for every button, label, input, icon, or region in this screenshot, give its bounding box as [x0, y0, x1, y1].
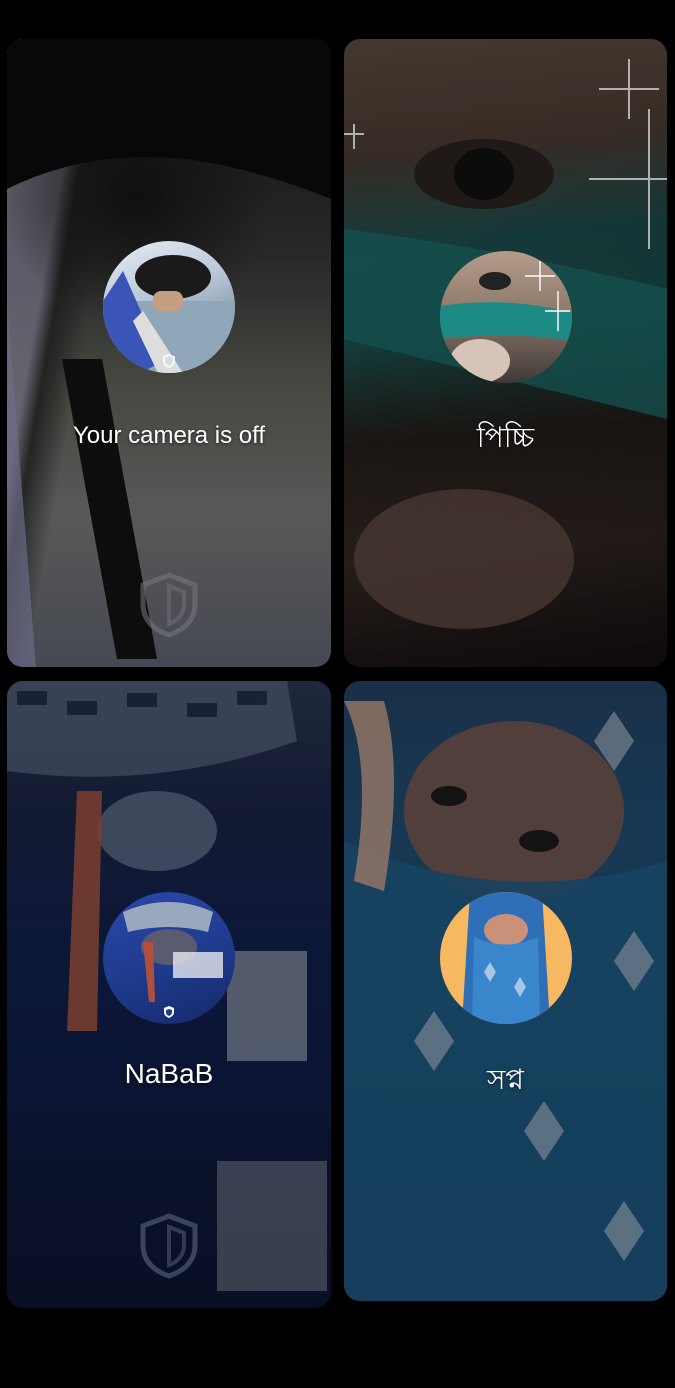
- participant-tile[interactable]: পিচ্চি: [344, 39, 667, 667]
- participant-name: পিচ্চি: [476, 422, 535, 453]
- participant-tile[interactable]: NaBaB: [7, 681, 331, 1308]
- participant-name: সপ্ন: [487, 1064, 524, 1095]
- shield-icon: [140, 572, 198, 638]
- shield-icon: [140, 1213, 198, 1279]
- verified-badge-icon: [164, 1006, 174, 1018]
- participant-tile[interactable]: সপ্ন: [344, 681, 667, 1301]
- user-photo-avatar: [439, 251, 572, 383]
- verified-badge-icon: [163, 354, 175, 368]
- camera-off-label: Your camera is off: [72, 422, 266, 449]
- user-photo-avatar: [439, 892, 572, 1024]
- participant-name: NaBaB: [124, 1058, 214, 1089]
- video-call-grid: Your camera is off পিচ্চি NaBaB সপ্ন: [0, 0, 675, 1388]
- participant-tile-self[interactable]: Your camera is off: [7, 39, 331, 667]
